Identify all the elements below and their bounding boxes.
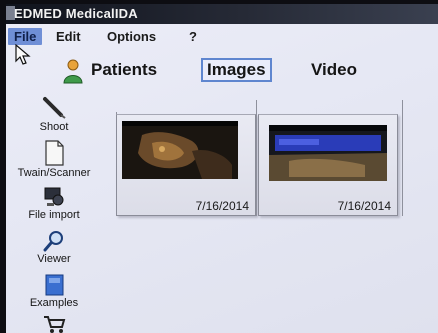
sidebar-item-shoot[interactable]: Shoot bbox=[6, 96, 102, 133]
sidebar-item-label: Viewer bbox=[37, 253, 71, 265]
menu-bar: File Edit Options ? bbox=[6, 26, 438, 48]
sidebar-item-label: Twain/Scanner bbox=[17, 167, 91, 179]
document-icon bbox=[45, 140, 64, 166]
divider bbox=[402, 100, 403, 216]
sidebar-item-viewer[interactable]: Viewer bbox=[6, 230, 102, 265]
image-thumbnail[interactable]: 7/16/2014 bbox=[258, 114, 398, 216]
image-preview bbox=[122, 121, 238, 179]
image-date: 7/16/2014 bbox=[337, 199, 391, 213]
menu-file[interactable]: File bbox=[8, 28, 43, 45]
menu-edit[interactable]: Edit bbox=[56, 29, 81, 44]
window-title: EDMED MedicalIDA bbox=[14, 6, 138, 21]
sidebar-item-twain-scanner[interactable]: Twain/Scanner bbox=[6, 140, 102, 179]
cart-icon bbox=[44, 316, 66, 333]
import-icon bbox=[44, 187, 64, 206]
application-window: EDMED MedicalIDA File Edit Options ? Pat… bbox=[6, 4, 438, 333]
sidebar-item-label: File import bbox=[28, 209, 80, 221]
person-icon bbox=[63, 59, 83, 84]
sidebar-item-examples[interactable]: Examples bbox=[6, 274, 102, 309]
sidebar-item-label: Shoot bbox=[39, 121, 69, 133]
sidebar: Shoot Twain/Scanner File import Viewer E… bbox=[6, 96, 102, 333]
sidebar-item-label: Examples bbox=[29, 297, 79, 309]
menu-options[interactable]: Options bbox=[107, 29, 156, 44]
image-thumbnail[interactable]: 7/16/2014 bbox=[116, 114, 256, 216]
tab-images[interactable]: Images bbox=[201, 58, 272, 82]
title-bar: EDMED MedicalIDA bbox=[6, 4, 438, 24]
tab-patients[interactable]: Patients bbox=[91, 60, 157, 80]
sidebar-item-cart[interactable] bbox=[6, 314, 102, 333]
view-tabs: Patients Images Video bbox=[61, 56, 401, 88]
sidebar-item-file-import[interactable]: File import bbox=[6, 186, 102, 221]
pen-icon bbox=[43, 97, 66, 119]
divider bbox=[256, 100, 257, 216]
image-preview bbox=[269, 125, 387, 181]
book-icon bbox=[45, 274, 64, 296]
image-date: 7/16/2014 bbox=[195, 199, 249, 213]
menu-help[interactable]: ? bbox=[189, 29, 197, 44]
magnifier-icon bbox=[43, 231, 63, 252]
mouse-cursor-icon bbox=[15, 44, 31, 65]
tab-video[interactable]: Video bbox=[311, 60, 357, 80]
